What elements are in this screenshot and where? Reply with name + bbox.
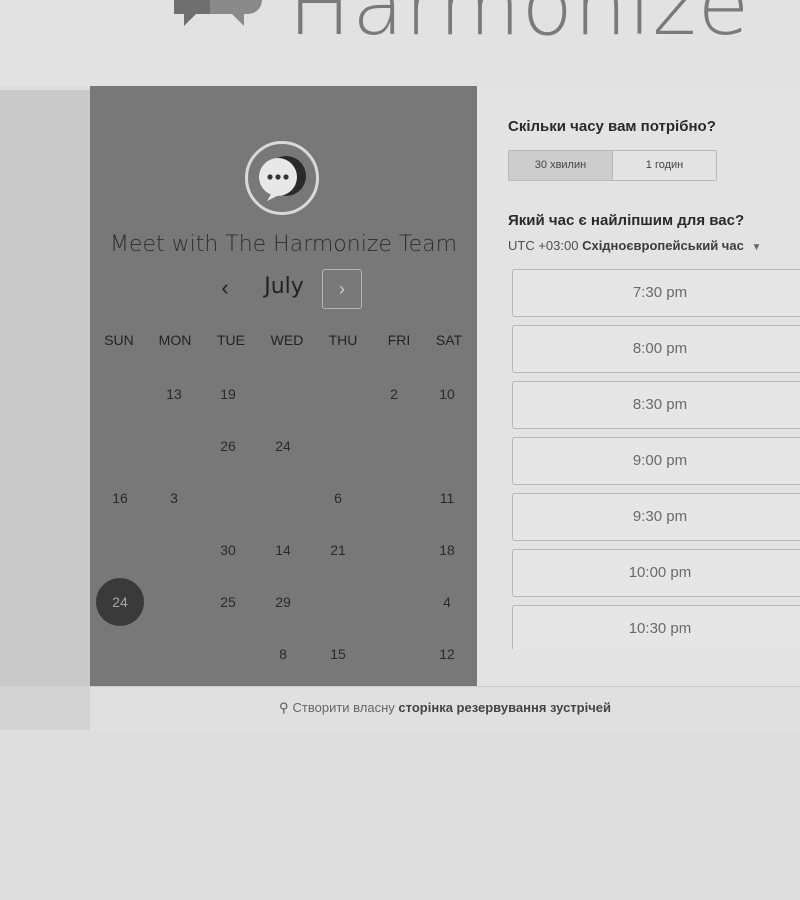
meeting-title: Meet with The Harmonize Team xyxy=(109,232,458,257)
background-strip xyxy=(0,686,92,730)
hubspot-icon: ⚲ xyxy=(279,700,289,715)
prev-month-button[interactable]: ‹ xyxy=(210,270,240,306)
booking-panel: Скільки часу вам потрібно? 30 хвилин 1 г… xyxy=(477,86,800,686)
time-slot-button[interactable]: 10:00 pm xyxy=(512,549,800,597)
weekday-sun: SUN xyxy=(104,332,134,348)
next-month-button[interactable]: › xyxy=(322,269,362,309)
weekday-mon: MON xyxy=(158,332,192,348)
duration-question: Скільки часу вам потрібно? xyxy=(508,118,716,135)
calendar-day[interactable]: 12 xyxy=(423,630,471,678)
weekday-tue: TUE xyxy=(217,332,245,348)
calendar-day[interactable]: 2 xyxy=(370,370,418,418)
weekday-sat: SAT xyxy=(435,332,463,348)
time-slot-button[interactable]: 10:30 pm xyxy=(512,605,800,649)
timezone-offset: UTC +03:00 xyxy=(508,238,579,253)
calendar-day[interactable]: 4 xyxy=(423,578,471,626)
calendar-day[interactable]: 21 xyxy=(314,526,362,574)
weekday-wed: WED xyxy=(270,332,304,348)
weekday-thu: THU xyxy=(328,332,358,348)
background-strip xyxy=(0,90,92,686)
calendar-day[interactable]: 6 xyxy=(314,474,362,522)
duration-1hour-button[interactable]: 1 годин xyxy=(613,151,716,180)
time-slot-button[interactable]: 8:00 pm xyxy=(512,325,800,373)
weekday-fri: FRI xyxy=(387,332,411,348)
calendar-day[interactable]: 19 xyxy=(204,370,252,418)
time-slot-list: 7:30 pm 8:00 pm 8:30 pm 9:00 pm 9:30 pm 10:00… xyxy=(512,269,800,649)
calendar-day[interactable]: 30 xyxy=(204,526,252,574)
calendar-day[interactable]: 16 xyxy=(96,474,144,522)
calendar-day[interactable]: 15 xyxy=(314,630,362,678)
footer-text: Створити власну xyxy=(292,700,395,715)
time-slot-button[interactable]: 9:30 pm xyxy=(512,493,800,541)
chat-bubble-icon xyxy=(259,156,306,201)
time-slot-button[interactable]: 9:00 pm xyxy=(512,437,800,485)
calendar-day[interactable]: 26 xyxy=(204,422,252,470)
timezone-selector[interactable]: UTC +03:00 Східноєвропейський час ▼ xyxy=(508,238,761,253)
avatar xyxy=(245,141,319,215)
calendar-day-selected[interactable]: 24 xyxy=(96,578,144,626)
calendar-day[interactable]: 13 xyxy=(150,370,198,418)
footer-text-bold: сторінка резервування зустрічей xyxy=(398,700,611,715)
calendar-day[interactable]: 14 xyxy=(259,526,307,574)
timezone-name: Східноєвропейський час xyxy=(582,238,744,253)
calendar-day[interactable]: 24 xyxy=(259,422,307,470)
brand-name: Harmonize xyxy=(288,0,751,54)
calendar-day[interactable]: 18 xyxy=(423,526,471,574)
calendar-day[interactable]: 25 xyxy=(204,578,252,626)
duration-30min-button[interactable]: 30 хвилин xyxy=(509,151,613,180)
header: Harmonize xyxy=(0,0,800,86)
month-label: July xyxy=(264,274,304,299)
footer-link[interactable]: ⚲ Створити власну сторінка резервування з… xyxy=(90,686,800,732)
calendar-day[interactable]: 10 xyxy=(423,370,471,418)
time-slot-button[interactable]: 8:30 pm xyxy=(512,381,800,429)
calendar-panel: Meet with The Harmonize Team ‹ July › SU… xyxy=(90,86,477,686)
logo-icon xyxy=(174,0,262,26)
calendar-day[interactable]: 3 xyxy=(150,474,198,522)
calendar-day[interactable]: 11 xyxy=(423,474,471,522)
calendar-day[interactable]: 29 xyxy=(259,578,307,626)
time-slot-button[interactable]: 7:30 pm xyxy=(512,269,800,317)
calendar-day[interactable]: 8 xyxy=(259,630,307,678)
time-question: Який час є найліпшим для вас? xyxy=(508,212,745,229)
duration-toggle: 30 хвилин 1 годин xyxy=(508,150,717,181)
caret-down-icon: ▼ xyxy=(751,242,762,253)
